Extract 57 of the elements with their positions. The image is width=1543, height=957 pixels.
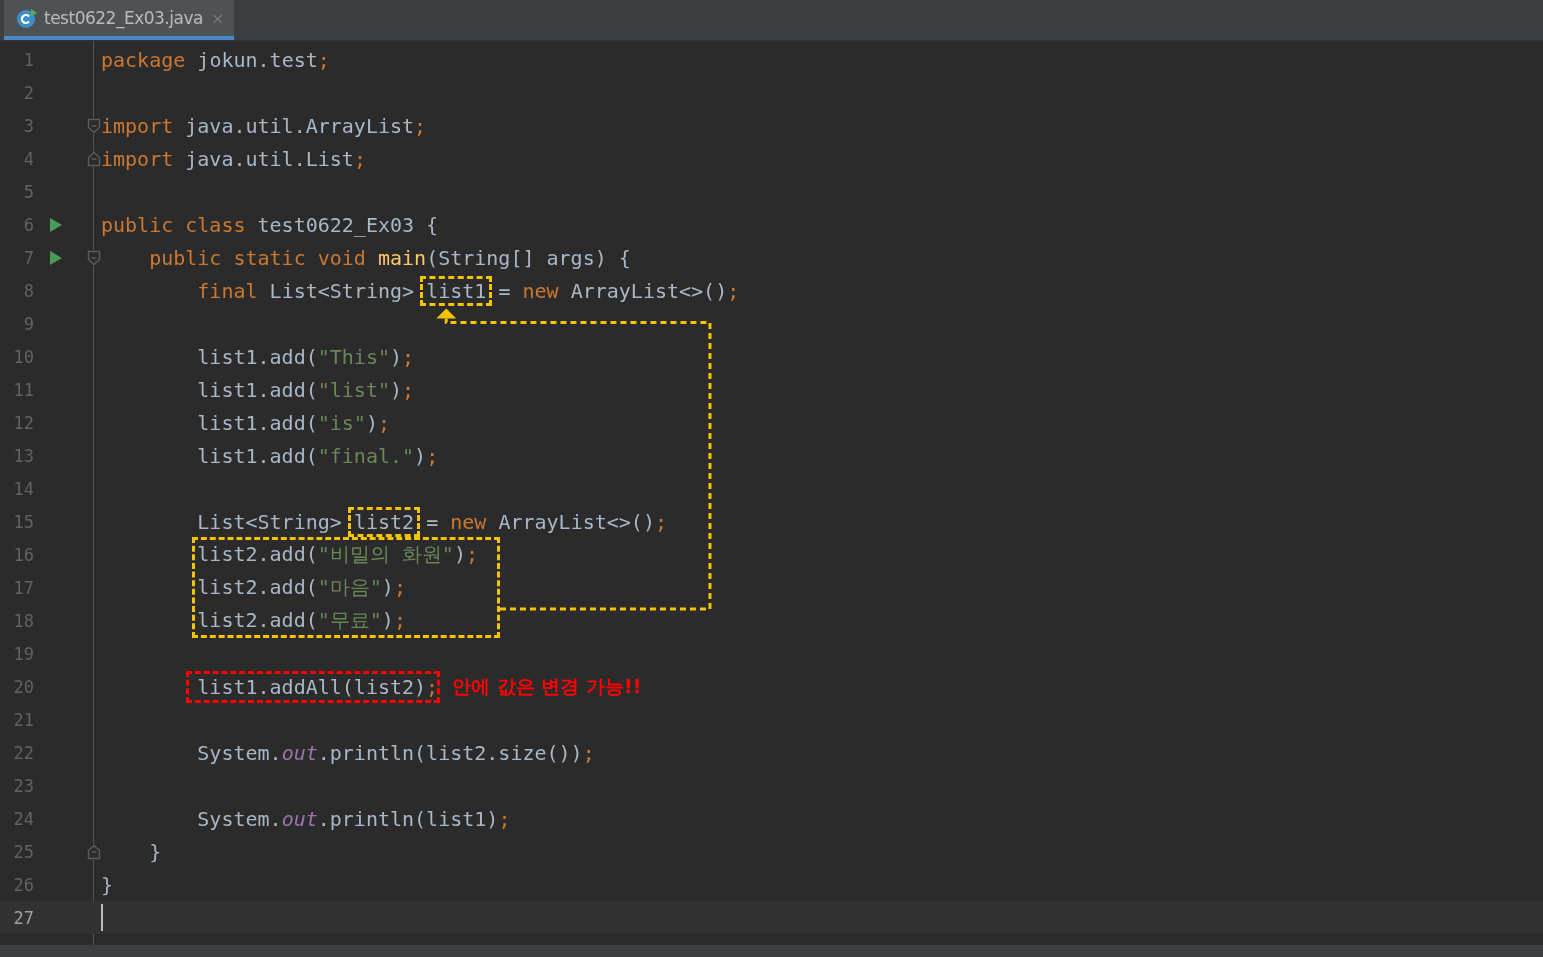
code-line: list2.add("마음"); [196, 574, 406, 601]
code-line: package jokun.test; [101, 47, 330, 72]
run-icon[interactable] [49, 249, 63, 266]
run-icon[interactable] [49, 216, 63, 233]
line-number: 7 [22, 247, 34, 268]
code-line: List<String> list2 = new ArrayList<>(); [196, 509, 667, 534]
code-line: list2.add("비밀의 화원"); [196, 541, 478, 568]
code-line: list1.add("This"); [196, 344, 415, 369]
java-class-icon [16, 7, 38, 29]
fold-icon[interactable] [87, 117, 101, 134]
line-number: 1 [22, 49, 34, 70]
line-number: 9 [22, 313, 34, 334]
line-number: 10 [12, 346, 34, 367]
line-number: 21 [12, 709, 34, 730]
code-line: list1.add("is"); [196, 410, 390, 435]
fold-icon[interactable] [87, 150, 101, 167]
line-number: 11 [12, 379, 34, 400]
line-number: 6 [22, 214, 34, 235]
horizontal-scrollbar[interactable] [0, 945, 1543, 957]
annotation-note: 안에 값은 변경 가능!! [452, 673, 642, 699]
code-line: import java.util.List; [101, 146, 366, 171]
line-number: 27 [12, 907, 34, 928]
code-line: list1.add("final."); [196, 443, 439, 468]
line-number: 4 [22, 148, 34, 169]
line-number: 5 [22, 181, 34, 202]
text-cursor [101, 904, 103, 931]
line-number: 2 [22, 82, 34, 103]
line-number: 14 [12, 478, 34, 499]
line-number: 8 [22, 280, 34, 301]
line-number: 20 [12, 676, 34, 697]
code-line: public static void main(String[] args) { [148, 245, 631, 270]
line-number: 12 [12, 412, 34, 433]
code-line: list1.add("list"); [196, 377, 415, 402]
line-number: 16 [12, 544, 34, 565]
line-number: 26 [12, 874, 34, 895]
line-number: 15 [12, 511, 34, 532]
line-number: 22 [12, 742, 34, 763]
code-line: } [148, 839, 162, 864]
file-tab[interactable]: test0622_Ex03.java × [4, 0, 234, 40]
line-number: 25 [12, 841, 34, 862]
code-line: final List<String> list1 = new ArrayList<>(); [196, 278, 740, 303]
line-number: 3 [22, 115, 34, 136]
line-number: 13 [12, 445, 34, 466]
code-line: } [101, 872, 114, 897]
fold-icon[interactable] [87, 249, 101, 266]
line-number: 18 [12, 610, 34, 631]
code-line: import java.util.ArrayList; [101, 113, 427, 138]
line-number: 23 [12, 775, 34, 796]
line-number: 24 [12, 808, 34, 829]
line-number: 17 [12, 577, 34, 598]
code-line: public class test0622_Ex03 { [101, 212, 439, 237]
code-line: list2.add("무료"); [196, 607, 406, 634]
code-line: System.out.println(list1); [196, 806, 511, 831]
code-line: list1.addAll(list2); [196, 674, 439, 699]
line-number: 19 [12, 643, 34, 664]
fold-icon[interactable] [87, 843, 101, 860]
code-line: System.out.println(list2.size()); [196, 740, 595, 765]
